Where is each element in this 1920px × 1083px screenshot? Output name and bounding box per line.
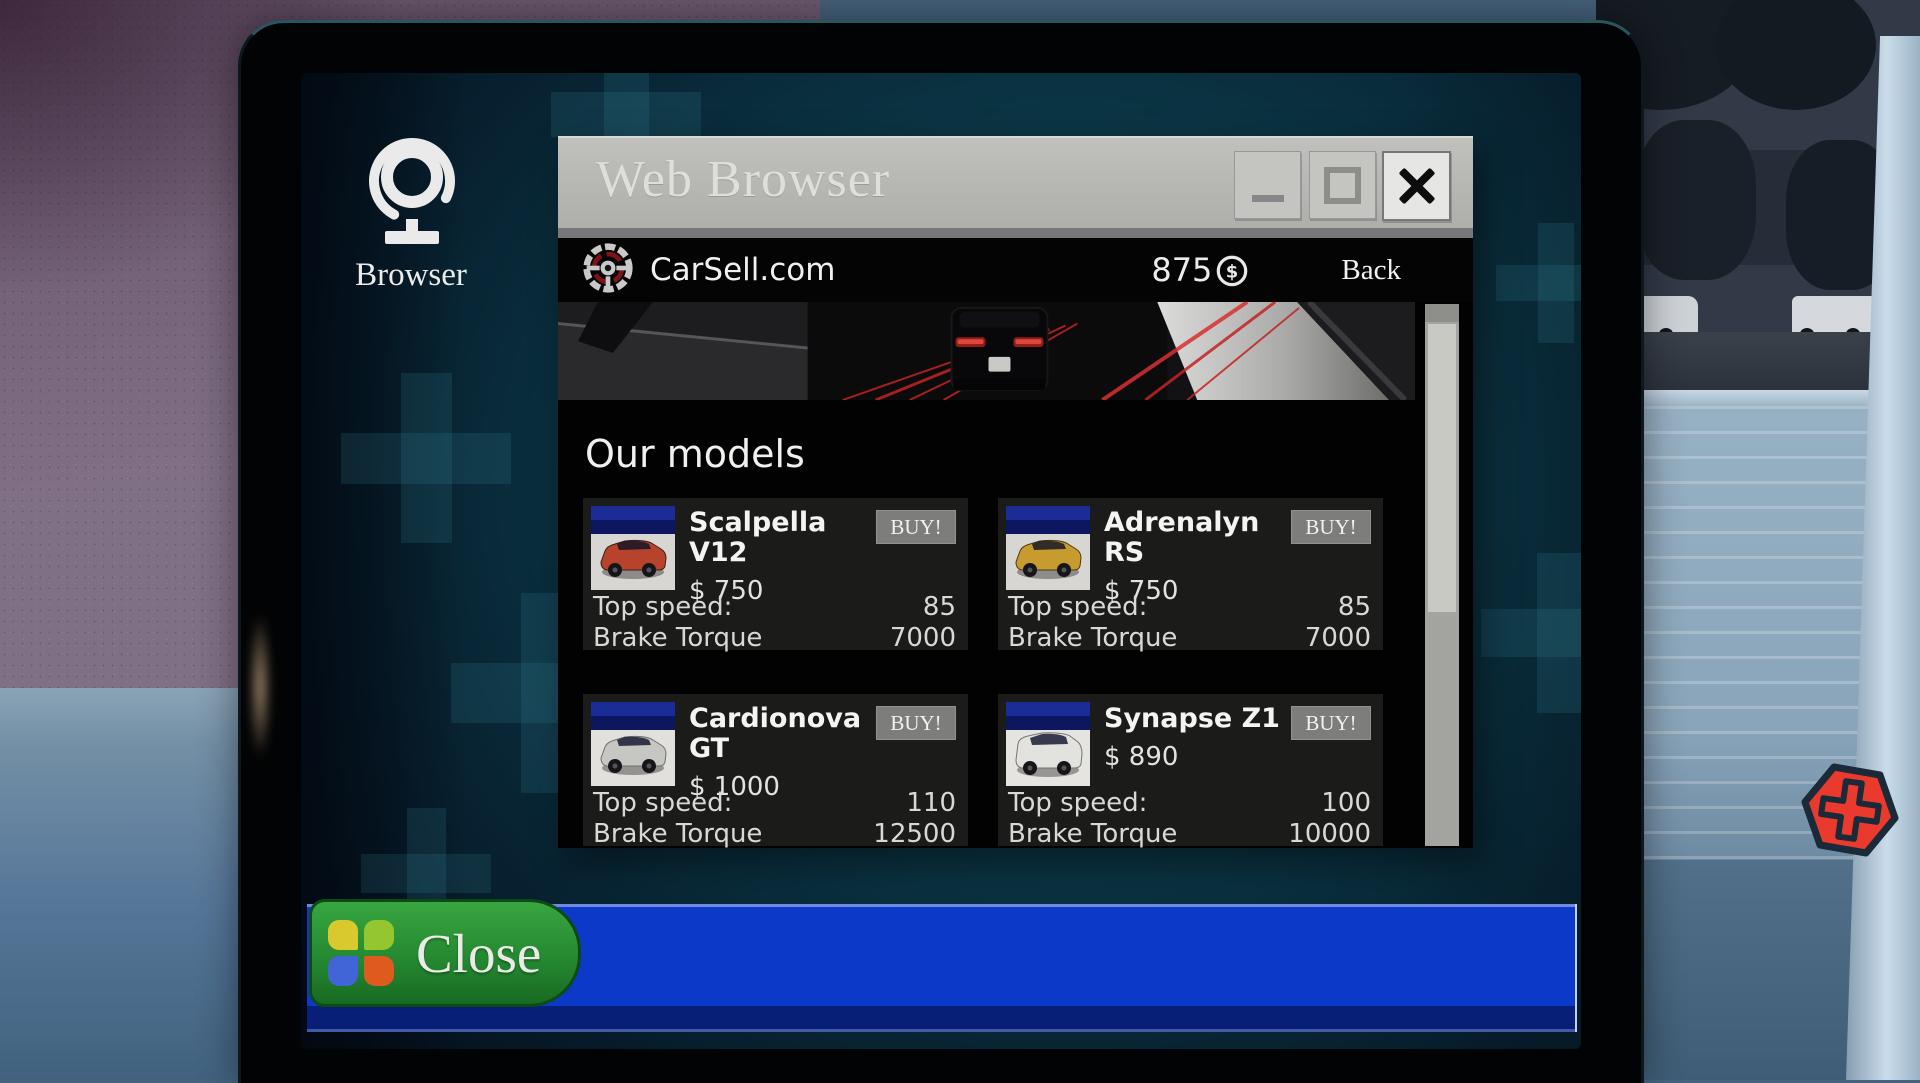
maximize-icon <box>1324 167 1361 204</box>
screen-desktop: Browser Web Browser <box>301 73 1581 1049</box>
car-thumbnail <box>1006 702 1090 786</box>
buy-button[interactable]: BUY! <box>1291 706 1371 740</box>
stat-value: 10000 <box>1288 819 1371 850</box>
back-button[interactable]: Back <box>1341 254 1401 287</box>
models-grid: Scalpella V12 $ 750 BUY! Top speed:85 Br… <box>583 498 1473 846</box>
browser-window: Web Browser <box>558 136 1473 848</box>
close-window-button[interactable] <box>1382 151 1451 221</box>
browser-content: CarSell.com 875 $ Back <box>558 238 1473 848</box>
car-card: Scalpella V12 $ 750 BUY! Top speed:85 Br… <box>583 498 968 650</box>
svg-text:$: $ <box>1226 262 1238 283</box>
car-price: $ 890 <box>1104 742 1280 772</box>
site-header: CarSell.com 875 $ Back <box>558 238 1473 302</box>
four-petal-logo-icon <box>328 920 394 986</box>
car-thumbnail <box>1006 506 1090 590</box>
desktop-plus-decoration <box>341 373 511 543</box>
scrollbar-track[interactable] <box>1425 304 1459 846</box>
buy-button[interactable]: BUY! <box>1291 510 1371 544</box>
maximize-button[interactable] <box>1309 151 1376 219</box>
stat-value: 110 <box>906 788 956 819</box>
minimize-button[interactable] <box>1234 151 1301 219</box>
stat-label: Brake Torque <box>593 623 762 654</box>
banner-car-silhouette <box>952 308 1048 390</box>
balance: 875 $ <box>1151 251 1249 289</box>
globe-icon <box>355 234 467 253</box>
models-section: Our models <box>558 432 1473 846</box>
car-thumbnail <box>591 702 675 786</box>
car-card: Synapse Z1 $ 890 BUY! Top speed:100 Brak… <box>998 694 1383 846</box>
steering-wheel-icon <box>582 242 634 298</box>
car-thumbnail <box>591 506 675 590</box>
stat-value: 7000 <box>1305 623 1371 654</box>
stat-value: 100 <box>1321 788 1371 819</box>
car-name: Synapse Z1 <box>1104 704 1280 734</box>
tree-silhouette <box>1636 120 1756 280</box>
stat-value: 7000 <box>890 623 956 654</box>
stat-label: Brake Torque <box>593 819 762 850</box>
monitor: Browser Web Browser <box>238 20 1644 1083</box>
car-name: Scalpella V12 <box>689 508 876 568</box>
car-card: Adrenalyn RS $ 750 BUY! Top speed:85 Bra… <box>998 498 1383 650</box>
desktop-plus-decoration <box>1496 223 1581 343</box>
window-titlebar[interactable]: Web Browser <box>558 136 1473 228</box>
room-window <box>1596 0 1920 1080</box>
buy-button[interactable]: BUY! <box>876 706 956 740</box>
stat-label: Top speed: <box>1008 788 1147 819</box>
close-icon <box>1394 163 1440 209</box>
stat-label: Top speed: <box>593 788 732 819</box>
tree-silhouette <box>1716 0 1876 110</box>
stat-label: Brake Torque <box>1008 819 1177 850</box>
stat-label: Top speed: <box>1008 592 1147 623</box>
dollar-coin-icon: $ <box>1215 252 1249 288</box>
bezel-light-glint <box>249 611 271 761</box>
desktop-icon-label: Browser <box>331 257 491 294</box>
car-name: Cardionova GT <box>689 704 876 764</box>
car-name: Adrenalyn RS <box>1104 508 1291 568</box>
hero-banner-image <box>558 302 1415 400</box>
site-name: CarSell.com <box>650 252 835 288</box>
health-plus-icon <box>1800 758 1900 862</box>
buy-button[interactable]: BUY! <box>876 510 956 544</box>
close-computer-button[interactable]: Close <box>309 899 581 1007</box>
minimize-icon <box>1252 195 1284 202</box>
stat-value: 85 <box>923 592 956 623</box>
window-title: Web Browser <box>596 150 890 209</box>
section-title: Our models <box>585 432 1473 476</box>
desktop-icon-browser[interactable]: Browser <box>331 131 491 294</box>
stat-label: Brake Torque <box>1008 623 1177 654</box>
stat-label: Top speed: <box>593 592 732 623</box>
stat-value: 85 <box>1338 592 1371 623</box>
stat-value: 12500 <box>873 819 956 850</box>
balance-amount: 875 <box>1151 251 1212 289</box>
desktop-plus-decoration <box>1481 553 1581 713</box>
car-card: Cardionova GT $ 1000 BUY! Top speed:110 … <box>583 694 968 846</box>
scrollbar-thumb[interactable] <box>1428 324 1456 612</box>
close-button-label: Close <box>416 922 541 985</box>
titlebar-shadow-strip <box>558 228 1473 238</box>
